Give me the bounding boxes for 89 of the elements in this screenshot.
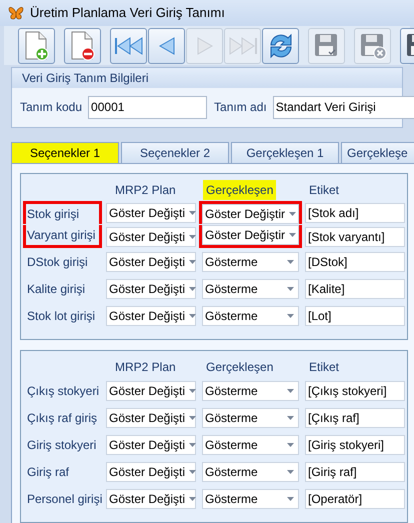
tab[interactable]: Gerçekleşen 1 <box>231 142 339 163</box>
caret-icon <box>287 497 294 501</box>
caret-icon <box>289 233 296 237</box>
toolbar-button[interactable] <box>262 28 299 64</box>
caret-icon <box>287 443 294 447</box>
caret-icon <box>189 287 196 291</box>
name-input[interactable]: Standart Veri Girişi <box>272 96 414 119</box>
dropdown[interactable]: Gösterme <box>202 435 299 455</box>
caret-icon <box>189 314 196 318</box>
remove-document-icon <box>70 30 96 61</box>
dropdown[interactable]: Göster Değişti <box>106 279 196 299</box>
caret-icon <box>287 389 294 393</box>
dropdown[interactable]: Gösterme <box>202 489 299 509</box>
label-input[interactable]: [Stok varyantı] <box>305 226 405 246</box>
label-input[interactable]: [Operatör] <box>305 489 405 509</box>
tab[interactable]: Gerçekleşe <box>341 142 414 163</box>
caret-icon <box>189 389 196 393</box>
row-label: Giriş stokyeri <box>26 437 96 454</box>
column-header: Etiket <box>308 182 340 199</box>
column-header: Etiket <box>308 359 340 376</box>
caret-icon <box>287 470 294 474</box>
caret-icon <box>189 416 196 420</box>
toolbar-button[interactable] <box>110 28 147 64</box>
dropdown[interactable]: Göster Değişti <box>106 435 196 455</box>
dropdown[interactable]: Göster Değişti <box>106 252 196 272</box>
column-header: Gerçekleşen <box>203 180 276 200</box>
column-header: Gerçekleşen <box>205 359 274 376</box>
column-header: MRP2 Plan <box>114 182 177 199</box>
code-input[interactable]: 00001 <box>88 96 208 119</box>
tab[interactable]: Seçenekler 2 <box>121 142 229 163</box>
dropdown[interactable]: Göster Değişti <box>106 306 196 326</box>
label-input[interactable]: [Kalite] <box>305 279 405 299</box>
caret-icon <box>189 470 196 474</box>
caret-icon <box>189 443 196 447</box>
add-document-icon <box>24 30 50 61</box>
dropdown[interactable]: Göster Değişti <box>106 202 196 222</box>
dropdown[interactable]: Göster Değişti <box>106 462 196 482</box>
caret-icon <box>287 314 294 318</box>
label-input[interactable]: [Stok adı] <box>305 202 405 222</box>
row-label: Personel girişi <box>26 491 102 508</box>
window-title: Üretim Planlama Veri Giriş Tanımı <box>30 4 225 22</box>
row-label: Çıkış raf giriş <box>26 410 98 427</box>
dropdown[interactable]: Gösterme <box>202 279 299 299</box>
row-label: Stok lot girişi <box>26 308 96 325</box>
save-cancel-icon <box>358 32 386 60</box>
caret-icon <box>189 234 196 238</box>
skip-last-icon <box>228 36 258 56</box>
dropdown[interactable]: Göster Değişti <box>106 226 196 246</box>
field-label: Tanım kodu <box>20 99 82 116</box>
caret-icon <box>287 260 294 264</box>
label-input[interactable]: [DStok] <box>305 252 405 272</box>
caret-icon <box>189 497 196 501</box>
label-input[interactable]: [Giriş raf] <box>305 462 405 482</box>
dropdown[interactable]: Gösterme <box>202 381 299 401</box>
next-icon <box>196 36 214 56</box>
row-label: DStok girişi <box>26 254 88 271</box>
dropdown[interactable]: Göster Değişti <box>106 489 196 509</box>
toolbar-button[interactable] <box>64 28 101 64</box>
dropdown[interactable]: Göster Değişti <box>106 408 196 428</box>
dropdown[interactable]: Gösterme <box>202 306 299 326</box>
field-label: Tanım adı <box>214 99 267 116</box>
dropdown[interactable]: Gösterme <box>202 462 299 482</box>
caret-icon <box>289 212 296 216</box>
row-label: Çıkış stokyeri <box>26 383 100 400</box>
dropdown[interactable]: Göster Değiştir <box>202 204 299 224</box>
panel-header: Veri Giriş Tanım Bilgileri <box>12 68 402 88</box>
row-label: Varyant girişi <box>26 227 96 244</box>
previous-icon <box>158 36 176 56</box>
row-label: Kalite girişi <box>26 281 86 298</box>
dropdown[interactable]: Göster Değişti <box>106 381 196 401</box>
label-input[interactable]: [Lot] <box>305 306 405 326</box>
skip-first-icon <box>114 36 144 56</box>
caret-icon <box>189 260 196 264</box>
caret-icon <box>287 287 294 291</box>
label-input[interactable]: [Çıkış stokyeri] <box>305 381 405 401</box>
caret-icon <box>189 210 196 214</box>
butterfly-icon <box>8 6 24 20</box>
dropdown[interactable]: Gösterme <box>202 252 299 272</box>
label-input[interactable]: [Çıkış raf] <box>305 408 405 428</box>
toolbar-button[interactable] <box>18 28 55 64</box>
dropdown[interactable]: Göster Değiştir <box>202 225 299 245</box>
label-input[interactable]: [Giriş stokyeri] <box>305 435 405 455</box>
column-header: MRP2 Plan <box>114 359 177 376</box>
row-label: Giriş raf <box>26 464 69 481</box>
row-label: Stok girişi <box>26 206 80 223</box>
tab[interactable]: Seçenekler 1 <box>11 142 119 163</box>
dropdown[interactable]: Gösterme <box>202 408 299 428</box>
toolbar-button[interactable] <box>148 28 185 64</box>
caret-icon <box>287 416 294 420</box>
